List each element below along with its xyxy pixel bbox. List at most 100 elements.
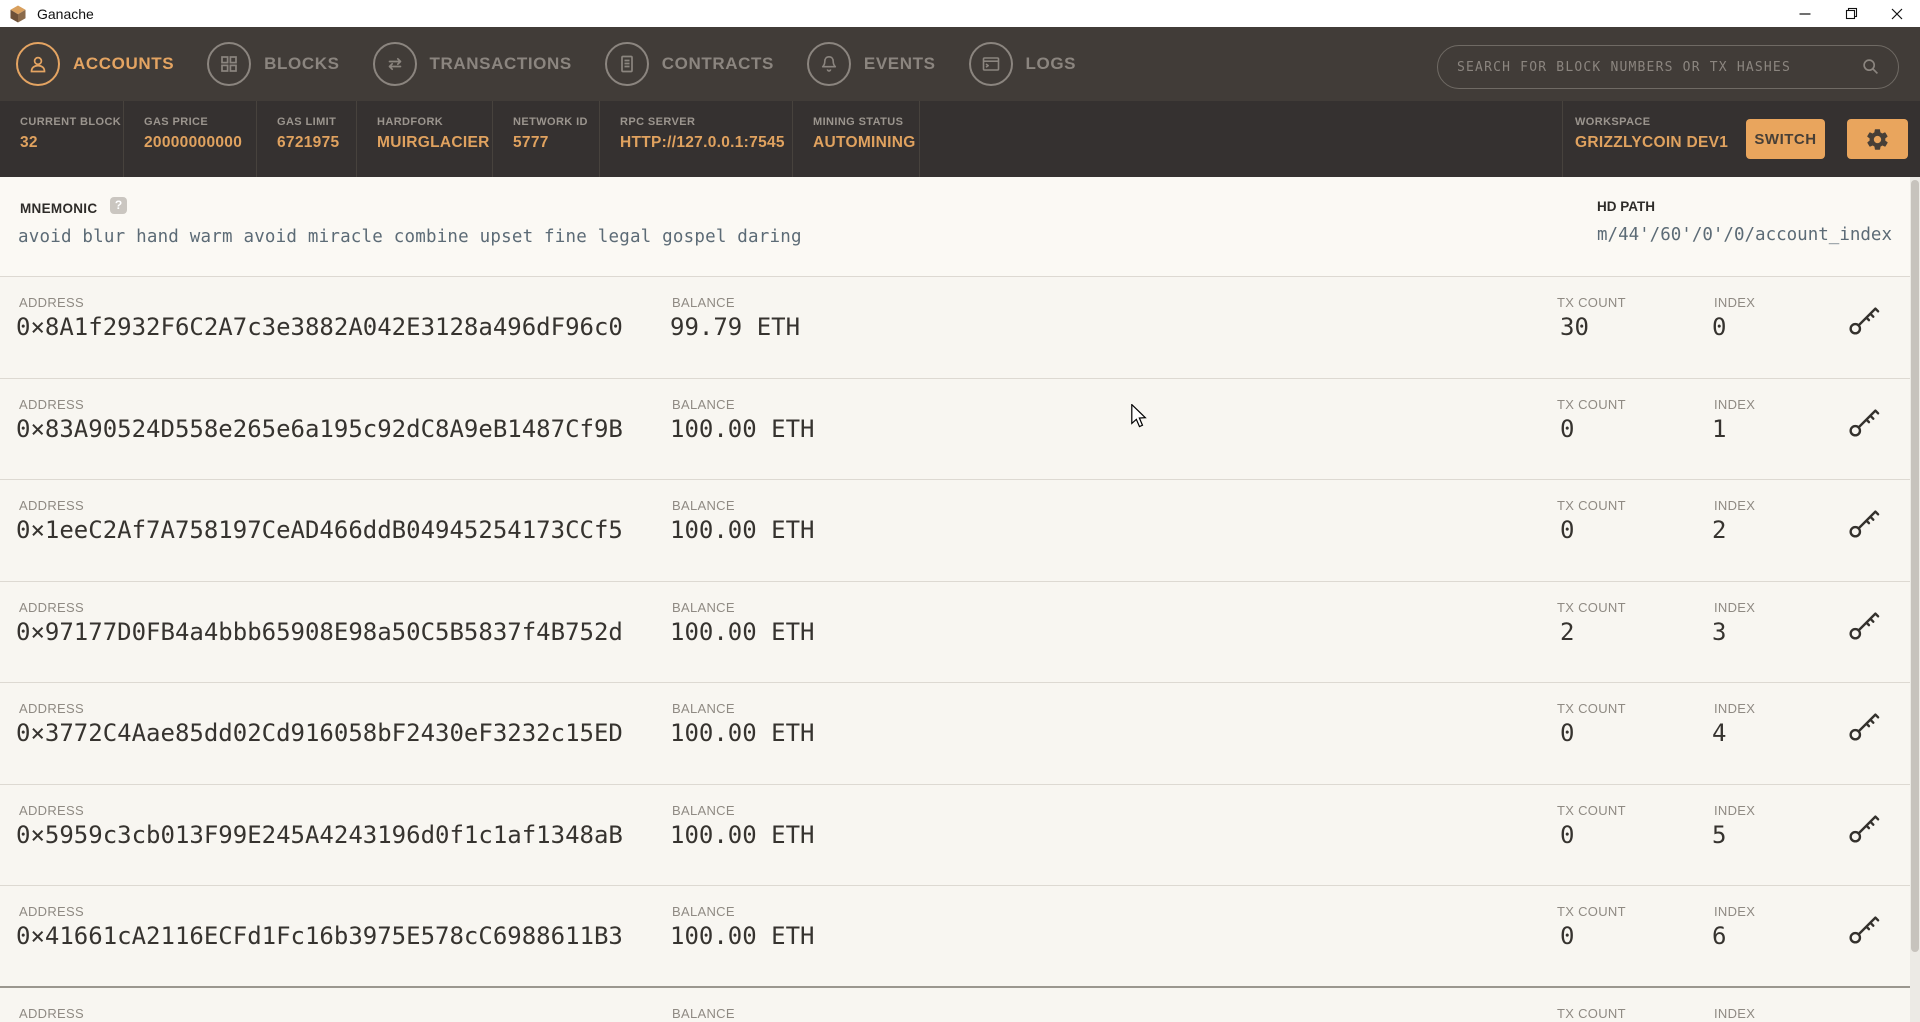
stat-current-block: CURRENT BLOCK 32 bbox=[0, 101, 124, 177]
settings-button[interactable] bbox=[1847, 119, 1908, 159]
bell-icon bbox=[806, 42, 851, 86]
search-input[interactable]: SEARCH FOR BLOCK NUMBERS OR TX HASHES bbox=[1437, 45, 1899, 89]
window-title: Ganache bbox=[37, 5, 94, 22]
account-tx-count: 2 bbox=[1560, 617, 1575, 646]
tab-events[interactable]: EVENTS bbox=[806, 42, 936, 86]
stat-value: MUIRGLACIER bbox=[377, 134, 490, 151]
tab-contracts-label: CONTRACTS bbox=[661, 54, 774, 73]
search-placeholder: SEARCH FOR BLOCK NUMBERS OR TX HASHES bbox=[1457, 59, 1791, 75]
txcount-column-label: TX COUNT bbox=[1557, 1005, 1626, 1021]
tab-blocks[interactable]: BLOCKS bbox=[207, 42, 339, 86]
show-private-key-icon[interactable] bbox=[1846, 302, 1882, 338]
account-index: 2 bbox=[1712, 516, 1727, 544]
txcount-column-label: TX COUNT bbox=[1557, 599, 1626, 615]
ganache-logo-icon bbox=[10, 5, 26, 22]
index-column-label: INDEX bbox=[1714, 396, 1756, 412]
account-balance: 100.00 ETH bbox=[670, 820, 815, 849]
index-column-label: INDEX bbox=[1714, 295, 1756, 310]
txcount-column-label: TX COUNT bbox=[1557, 802, 1626, 818]
statusbar: CURRENT BLOCK 32 GAS PRICE 20000000000 G… bbox=[0, 101, 1920, 177]
stat-value: AUTOMINING bbox=[813, 134, 916, 151]
address-column-label: ADDRESS bbox=[19, 701, 84, 716]
account-row: ADDRESS 0×8A1f2932F6C2A7c3e3882A042E3128… bbox=[0, 277, 1910, 379]
account-balance: 100.00 ETH bbox=[670, 414, 815, 443]
address-column-label: ADDRESS bbox=[19, 498, 84, 513]
stat-gas-limit: GAS LIMIT 6721975 bbox=[257, 101, 357, 177]
txcount-column-label: TX COUNT bbox=[1557, 295, 1626, 310]
tab-logs[interactable]: LOGS bbox=[968, 42, 1077, 86]
account-index: 4 bbox=[1712, 719, 1727, 747]
terminal-icon bbox=[968, 42, 1013, 86]
account-tx-count: 0 bbox=[1560, 719, 1575, 747]
account-address[interactable]: 0×3772C4Aae85dd02Cd916058bF2430eF3232c15… bbox=[16, 719, 623, 747]
mouse-cursor bbox=[1131, 404, 1147, 428]
document-icon bbox=[604, 42, 649, 86]
stat-label: GAS LIMIT bbox=[277, 116, 337, 128]
stat-mining-status: MINING STATUS AUTOMINING bbox=[793, 101, 920, 177]
hd-path-label: HD PATH bbox=[1597, 199, 1655, 214]
account-balance: 99.79 ETH bbox=[670, 313, 801, 341]
show-private-key-icon[interactable] bbox=[1846, 607, 1882, 643]
account-address[interactable]: 0×41661cA2116ECFd1Fc16b3975E578cC6988611… bbox=[16, 922, 623, 950]
stat-rpc-server: RPC SERVER HTTP://127.0.0.1:7545 bbox=[600, 101, 793, 177]
window-controls bbox=[1782, 0, 1920, 27]
show-private-key-icon[interactable] bbox=[1846, 708, 1882, 744]
account-row: ADDRESS 0×3772C4Aae85dd02Cd916058bF2430e… bbox=[0, 683, 1910, 785]
index-column-label: INDEX bbox=[1714, 498, 1756, 513]
account-address[interactable]: 0×97177D0FB4a4bbb65908E98a50C5B5837f4B75… bbox=[16, 618, 623, 646]
show-private-key-icon[interactable] bbox=[1846, 404, 1882, 440]
account-index: 5 bbox=[1712, 820, 1727, 849]
account-row: ADDRESS 0×97177D0FB4a4bbb65908E98a50C5B5… bbox=[0, 581, 1910, 683]
account-address[interactable]: 0×5959c3cb013F99E245A4243196d0f1c1af1348… bbox=[16, 821, 623, 849]
account-address[interactable]: 0×8A1f2932F6C2A7c3e3882A042E3128a496dF96… bbox=[16, 313, 623, 341]
show-private-key-icon[interactable] bbox=[1846, 911, 1882, 947]
blocks-grid-icon bbox=[207, 42, 252, 86]
account-tx-count: 30 bbox=[1560, 313, 1589, 341]
account-address[interactable]: 0×83A90524D558e265e6a195c92dC8A9eB1487Cf… bbox=[16, 415, 623, 443]
address-column-label: ADDRESS bbox=[19, 396, 84, 412]
account-index: 0 bbox=[1712, 313, 1727, 341]
tab-accounts[interactable]: ACCOUNTS bbox=[16, 42, 174, 86]
switch-workspace-button[interactable]: SWITCH bbox=[1746, 119, 1825, 159]
tab-accounts-label: ACCOUNTS bbox=[73, 54, 175, 73]
index-column-label: INDEX bbox=[1714, 701, 1756, 716]
index-column-label: INDEX bbox=[1714, 599, 1756, 615]
account-balance: 100.00 ETH bbox=[670, 516, 815, 544]
workspace-name: GRIZZLYCOIN DEV1 bbox=[1575, 134, 1729, 151]
search-icon[interactable] bbox=[1860, 56, 1882, 78]
stat-value: 20000000000 bbox=[144, 134, 243, 151]
vertical-scrollbar[interactable] bbox=[1910, 177, 1920, 1022]
stat-label: CURRENT BLOCK bbox=[20, 116, 122, 128]
account-row: ADDRESS 0×5959c3cb013F99E245A4243196d0f1… bbox=[0, 784, 1910, 886]
stat-gas-price: GAS PRICE 20000000000 bbox=[124, 101, 257, 177]
balance-column-label: BALANCE bbox=[672, 904, 735, 919]
hd-path-value: m/44'/60'/0'/0/account_index bbox=[1597, 225, 1893, 245]
balance-column-label: BALANCE bbox=[672, 396, 735, 412]
mnemonic-panel: MNEMONIC ? avoid blur hand warm avoid mi… bbox=[0, 177, 1910, 277]
accounts-list: ADDRESS 0×8A1f2932F6C2A7c3e3882A042E3128… bbox=[0, 277, 1910, 1022]
close-icon[interactable] bbox=[1874, 0, 1920, 27]
account-index: 1 bbox=[1712, 414, 1727, 443]
txcount-column-label: TX COUNT bbox=[1557, 396, 1626, 412]
stat-value: 6721975 bbox=[277, 134, 340, 151]
tab-transactions-label: TRANSACTIONS bbox=[429, 54, 572, 73]
tab-contracts[interactable]: CONTRACTS bbox=[604, 42, 774, 86]
stat-label: HARDFORK bbox=[377, 116, 444, 128]
address-column-label: ADDRESS bbox=[19, 904, 84, 919]
tab-blocks-label: BLOCKS bbox=[264, 54, 340, 73]
show-private-key-icon[interactable] bbox=[1846, 505, 1882, 541]
tab-events-label: EVENTS bbox=[863, 54, 936, 73]
balance-column-label: BALANCE bbox=[672, 295, 735, 310]
account-address[interactable]: 0×1eeC2Af7A758197CeAD466ddB04945254173CC… bbox=[16, 516, 623, 544]
balance-column-label: BALANCE bbox=[672, 701, 735, 716]
account-tx-count: 0 bbox=[1560, 820, 1575, 849]
tab-transactions[interactable]: TRANSACTIONS bbox=[372, 42, 572, 86]
address-column-label: ADDRESS bbox=[19, 295, 84, 310]
scrollbar-thumb[interactable] bbox=[1911, 180, 1919, 952]
workspace-label: WORKSPACE bbox=[1575, 116, 1651, 128]
minimize-icon[interactable] bbox=[1782, 0, 1828, 27]
show-private-key-icon[interactable] bbox=[1846, 810, 1882, 846]
restore-icon[interactable] bbox=[1828, 0, 1874, 27]
help-icon[interactable]: ? bbox=[110, 197, 127, 214]
stat-label: MINING STATUS bbox=[813, 116, 904, 128]
